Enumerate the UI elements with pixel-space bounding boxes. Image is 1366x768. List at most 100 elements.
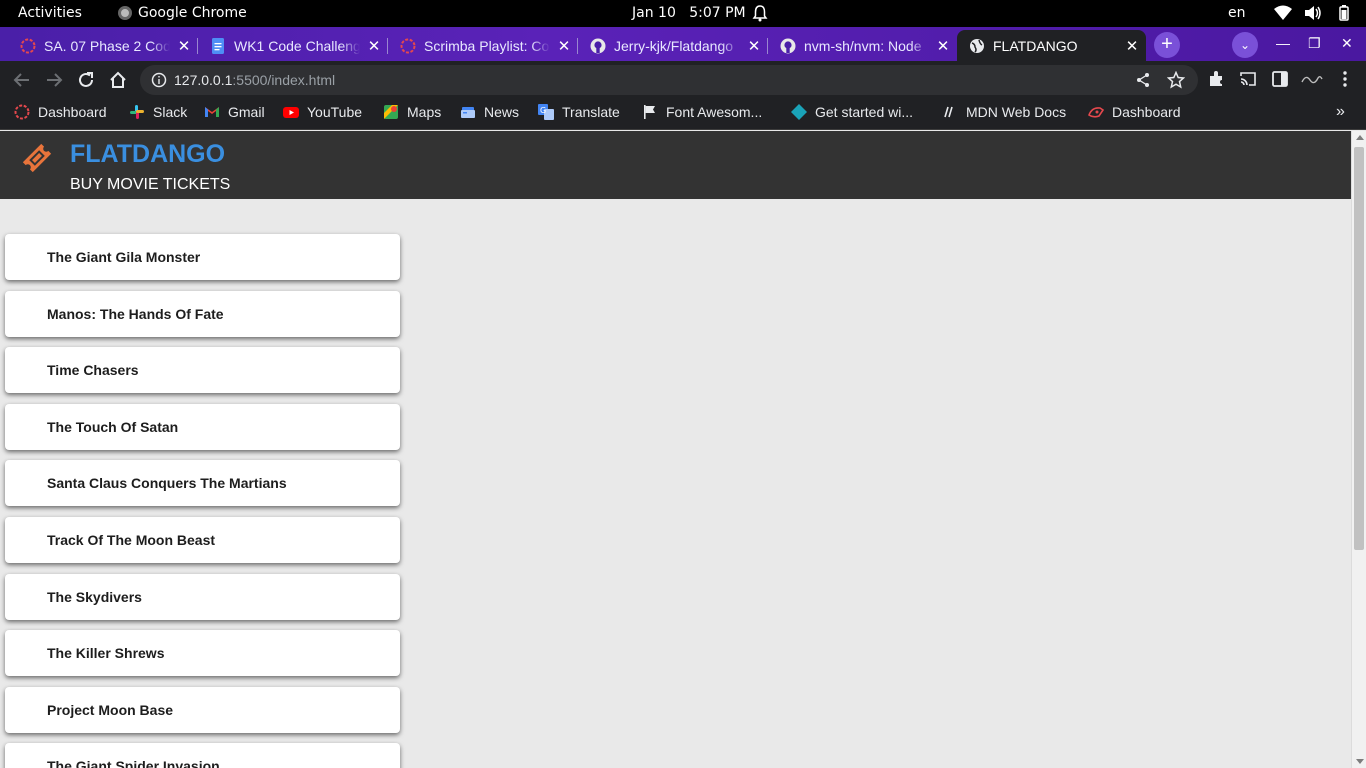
film-title: Manos: The Hands Of Fate [47,305,224,322]
tab[interactable]: Jerry-kjk/Flatdango ✕ [578,30,768,61]
film-item[interactable]: Time Chasers [5,347,400,394]
bookmark[interactable]: Font Awesom... [642,104,762,120]
tab-label: Scrimba Playlist: Co [424,37,550,54]
bookmark[interactable]: YouTube [283,104,362,120]
bookmark[interactable]: G Translate [538,104,620,120]
mdn-icon [942,104,958,120]
github-icon [590,38,606,53]
film-title: The Giant Spider Invasion [47,758,220,768]
new-tab-button[interactable]: + [1154,32,1180,58]
scrollbar-thumb[interactable] [1354,147,1364,550]
film-item[interactable]: Track Of The Moon Beast [5,516,400,563]
chrome-icon [118,6,132,20]
film-title: The Killer Shrews [47,645,165,662]
close-icon[interactable]: ✕ [929,37,957,55]
ticket-logo-icon [22,143,52,173]
home-icon[interactable] [108,70,128,90]
bookmark-label: Get started wi... [815,104,914,120]
film-title: Track Of The Moon Beast [47,531,216,548]
forward-icon[interactable] [44,70,64,90]
tab-search-button[interactable]: ⌄ [1232,32,1258,58]
gmail-icon [205,107,219,117]
tab-label: nvm-sh/nvm: Node [804,37,922,54]
bookmark[interactable]: Dashboard [14,104,107,120]
film-item[interactable]: The Skydivers [5,573,400,620]
youtube-icon [283,107,299,118]
scrimba-icon [400,38,416,53]
page-viewport: FLATDANGO BUY MOVIE TICKETS The Giant Gi… [0,131,1351,768]
close-icon[interactable]: ✕ [550,37,578,55]
info-icon[interactable] [151,72,167,88]
close-icon[interactable]: ✕ [1118,37,1146,55]
bookmark[interactable]: Slack [129,104,187,120]
docs-icon [212,37,224,54]
browser-toolbar: 127.0.0.1:5500/index.html [0,61,1366,99]
github-icon [780,38,796,53]
bookmark-label: Translate [562,104,620,120]
dashboard-icon [1088,107,1104,118]
film-item[interactable]: The Killer Shrews [5,630,400,677]
bookmark[interactable]: Maps [383,104,441,120]
tab[interactable]: SA. 07 Phase 2 Code ✕ [8,30,198,61]
url-path: :5500/index.html [232,72,336,88]
globe-icon [970,38,984,53]
film-item[interactable]: Manos: The Hands Of Fate [5,290,400,337]
bookmark[interactable]: MDN Web Docs [942,104,1066,120]
address-bar[interactable]: 127.0.0.1:5500/index.html [140,65,1198,95]
svg-text:G: G [540,106,546,115]
bookmark-star-icon[interactable] [1167,71,1185,89]
brand-title[interactable]: FLATDANGO [70,140,225,169]
back-icon[interactable] [12,70,32,90]
translate-icon: G [538,104,554,120]
film-title: Time Chasers [47,362,139,379]
scroll-down-icon[interactable] [1356,759,1364,764]
tab[interactable]: nvm-sh/nvm: Node ✕ [768,30,957,61]
kebab-menu-icon[interactable] [1336,70,1354,88]
close-icon[interactable]: ✕ [740,37,768,55]
system-top-bar: Activities Google Chrome Jan 10 5:07 PM … [0,0,1366,27]
tab[interactable]: Scrimba Playlist: Co ✕ [388,30,578,61]
side-panel-icon[interactable] [1271,70,1289,88]
app-header: FLATDANGO BUY MOVIE TICKETS [0,131,1351,199]
film-item[interactable]: The Giant Spider Invasion [5,743,400,768]
activities-button[interactable]: Activities [18,5,82,21]
slack-icon [130,105,144,119]
bookmark[interactable]: News [460,104,519,120]
film-item[interactable]: The Giant Gila Monster [5,234,400,280]
film-item[interactable]: Project Moon Base [5,686,400,733]
bookmark-label: Dashboard [1112,104,1181,120]
scroll-up-icon[interactable] [1356,135,1364,140]
minimize-icon[interactable]: — [1276,35,1290,51]
more-bookmarks-icon[interactable]: » [1336,103,1345,121]
bookmark-label: YouTube [307,104,363,120]
news-icon [461,107,475,118]
app-menu[interactable]: Google Chrome [118,5,247,21]
date-label: Jan 10 [632,5,676,21]
film-title: Santa Claus Conquers The Martians [47,475,287,492]
close-icon[interactable]: ✕ [360,37,388,55]
window-close-icon[interactable]: ✕ [1341,35,1353,52]
language-indicator[interactable]: en [1228,5,1246,21]
cast-icon[interactable] [1239,70,1257,88]
share-icon[interactable] [1135,72,1151,88]
film-title: The Touch Of Satan [47,418,179,435]
system-tray[interactable] [1274,5,1352,21]
clock[interactable]: Jan 10 5:07 PM [632,5,746,21]
tab[interactable]: WK1 Code Challenge ✕ [198,30,388,61]
bookmark[interactable]: Dashboard [1088,104,1181,120]
bookmark[interactable]: Gmail [204,104,265,120]
tab-active[interactable]: FLATDANGO ✕ [957,30,1146,61]
tab-label: WK1 Code Challenge [234,37,360,54]
url-text[interactable]: 127.0.0.1:5500/index.html [174,72,335,88]
film-item[interactable]: Santa Claus Conquers The Martians [5,460,400,507]
extensions-icon[interactable] [1207,70,1225,88]
film-item[interactable]: The Touch Of Satan [5,403,400,450]
close-icon[interactable]: ✕ [170,37,198,55]
page-scrollbar[interactable] [1351,131,1366,768]
time-label: 5:07 PM [689,5,746,21]
profile-avatar-icon[interactable] [1300,70,1324,88]
tab-label: Jerry-kjk/Flatdango [614,37,734,54]
restore-icon[interactable]: ❐ [1308,35,1321,52]
reload-icon[interactable] [76,70,96,90]
bookmark[interactable]: Get started wi... [791,104,913,120]
